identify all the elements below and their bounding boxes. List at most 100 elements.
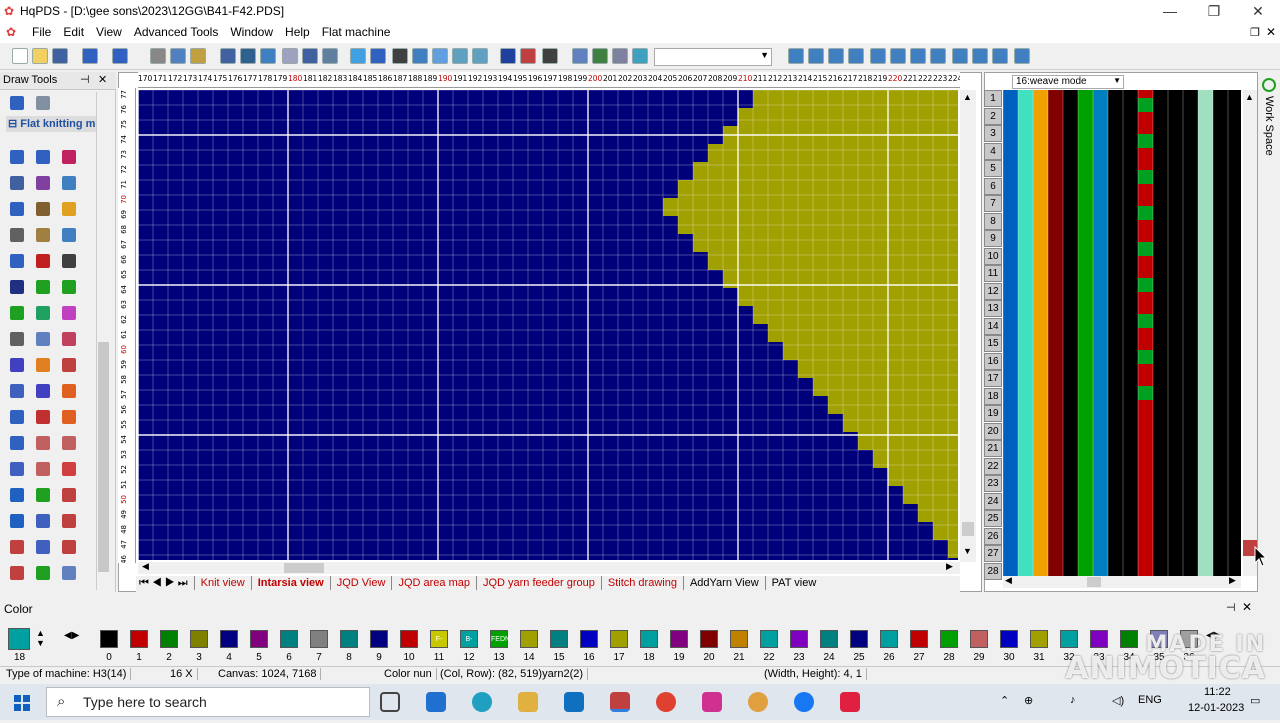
toolbar-button-34-icon[interactable] <box>910 48 926 64</box>
spinner-icon[interactable]: ▲ ▼ <box>36 628 45 648</box>
toolbar-button-9-icon[interactable] <box>240 48 256 64</box>
draw-tool-46-icon[interactable] <box>36 540 50 554</box>
draw-tool-8-icon[interactable] <box>62 202 76 216</box>
pattern-fill-block[interactable] <box>933 522 958 540</box>
toolbar-button-33-icon[interactable] <box>890 48 906 64</box>
pattern-fill-block[interactable] <box>843 414 958 432</box>
draw-tool-18-icon[interactable] <box>10 306 24 320</box>
draw-tool-9-icon[interactable] <box>10 228 24 242</box>
color-swatch[interactable] <box>940 630 958 648</box>
color-swatch[interactable] <box>970 630 988 648</box>
draw-tool-22-icon[interactable] <box>36 332 50 346</box>
draw-tool-6-icon[interactable] <box>10 202 24 216</box>
color-swatch[interactable] <box>880 630 898 648</box>
color-swatch[interactable]: FEDN <box>490 630 510 648</box>
row-number[interactable]: 28 <box>984 562 1002 580</box>
yarn-stripe[interactable] <box>1018 90 1033 576</box>
yarn-stripe[interactable] <box>1228 90 1243 576</box>
scroll-right-icon[interactable]: ▶ <box>1229 575 1236 586</box>
row-number[interactable]: 22 <box>984 457 1002 475</box>
tab-jqd-area-map[interactable]: JQD area map <box>391 576 476 590</box>
draw-tool-1-icon[interactable] <box>36 150 50 164</box>
toolbar-button-36-icon[interactable] <box>952 48 968 64</box>
tab-pat-view[interactable]: PAT view <box>764 576 823 590</box>
draw-tool-10-icon[interactable] <box>36 228 50 242</box>
row-number[interactable]: 15 <box>984 335 1002 352</box>
draw-tool-44-icon[interactable] <box>62 514 76 528</box>
row-number[interactable]: 24 <box>984 492 1002 510</box>
menu-item-view[interactable]: View <box>90 22 128 42</box>
draw-tool-24-icon[interactable] <box>10 358 24 372</box>
tools-scrollbar[interactable] <box>96 92 110 590</box>
toolbar-button-30-icon[interactable] <box>828 48 844 64</box>
row-number[interactable]: 21 <box>984 440 1002 457</box>
yarn-stripe[interactable] <box>1003 90 1018 576</box>
yarn-stripes[interactable] <box>1002 90 1244 576</box>
menu-item-flat-machine[interactable]: Flat machine <box>316 22 397 42</box>
toolbar-button-31-icon[interactable] <box>848 48 864 64</box>
facebook-icon[interactable] <box>794 692 814 712</box>
color-swatch[interactable] <box>640 630 658 648</box>
weave-vscrollbar[interactable]: ▲ <box>1243 90 1257 576</box>
scroll-right-icon[interactable]: ▶ <box>946 561 953 572</box>
menu-item-window[interactable]: Window <box>224 22 279 42</box>
draw-tool-23-icon[interactable] <box>62 332 76 346</box>
pattern-fill-block[interactable] <box>708 144 958 162</box>
pattern-fill-block[interactable] <box>708 252 958 270</box>
toolbar-button-6-icon[interactable] <box>170 48 186 64</box>
row-number[interactable]: 25 <box>984 510 1002 527</box>
yarn-stripe[interactable] <box>1123 90 1138 576</box>
color-swatch[interactable] <box>190 630 208 648</box>
scroll-up-icon[interactable]: ▲ <box>963 92 972 102</box>
draw-tool-47-icon[interactable] <box>62 540 76 554</box>
pattern-fill-block[interactable] <box>948 540 958 558</box>
toolbar-button-1-icon[interactable] <box>32 48 48 64</box>
draw-tool-40-icon[interactable] <box>36 488 50 502</box>
draw-tool-37-icon[interactable] <box>36 462 50 476</box>
draw-tool-42-icon[interactable] <box>10 514 24 528</box>
yarn-stripe[interactable] <box>1138 90 1153 576</box>
scroll-left-icon[interactable]: ◀ <box>142 561 149 572</box>
yarn-stripe[interactable] <box>1033 90 1048 576</box>
color-swatch[interactable] <box>310 630 328 648</box>
draw-tool-39-icon[interactable] <box>10 488 24 502</box>
notification-icon[interactable]: ▭ <box>1250 694 1260 707</box>
intarsia-grid[interactable] <box>138 90 958 560</box>
toolbar-button-14-icon[interactable] <box>350 48 366 64</box>
toolbar-button-3-icon[interactable] <box>82 48 98 64</box>
tray-expand-icon[interactable]: ⌃ <box>1000 694 1009 707</box>
row-number[interactable]: 23 <box>984 475 1002 492</box>
workspace-icon[interactable] <box>1262 78 1276 92</box>
toolbar-button-4-icon[interactable] <box>112 48 128 64</box>
tab-jqd-view[interactable]: JQD View <box>329 576 392 590</box>
draw-tool-top-1-icon[interactable] <box>36 96 50 110</box>
color-swatch[interactable] <box>730 630 748 648</box>
toolbar-button-38-icon[interactable] <box>992 48 1008 64</box>
menu-item-help[interactable]: Help <box>279 22 316 42</box>
toolbar-button-15-icon[interactable] <box>370 48 386 64</box>
draw-tool-35-icon[interactable] <box>62 436 76 450</box>
row-number[interactable]: 5 <box>984 160 1002 177</box>
canvas-vscroll-thumb[interactable] <box>962 522 974 536</box>
color-swatch[interactable]: F-2ND <box>430 630 448 661</box>
draw-tool-top-0-icon[interactable] <box>10 96 24 110</box>
toolbar-button-13-icon[interactable] <box>322 48 338 64</box>
row-number[interactable]: 20 <box>984 422 1002 440</box>
toolbar-button-25-icon[interactable] <box>592 48 608 64</box>
toolbar-button-24-icon[interactable] <box>572 48 588 64</box>
yarn-stripe[interactable] <box>1063 90 1078 576</box>
draw-tool-43-icon[interactable] <box>36 514 50 528</box>
toolbar-button-11-icon[interactable] <box>282 48 298 64</box>
row-number[interactable]: 16 <box>984 352 1002 370</box>
scroll-up-icon[interactable]: ▲ <box>1245 92 1254 102</box>
toolbar-button-8-icon[interactable] <box>220 48 236 64</box>
tab-stitch-drawing[interactable]: Stitch drawing <box>600 576 683 590</box>
draw-tool-20-icon[interactable] <box>62 306 76 320</box>
row-number[interactable]: 9 <box>984 230 1002 247</box>
pattern-fill-block[interactable] <box>663 198 958 216</box>
toolbar-button-21-icon[interactable] <box>500 48 516 64</box>
scroll-down-icon[interactable]: ▼ <box>963 546 972 556</box>
color-swatch[interactable] <box>580 630 598 648</box>
row-number[interactable]: 14 <box>984 317 1002 335</box>
draw-tool-49-icon[interactable] <box>36 566 50 580</box>
